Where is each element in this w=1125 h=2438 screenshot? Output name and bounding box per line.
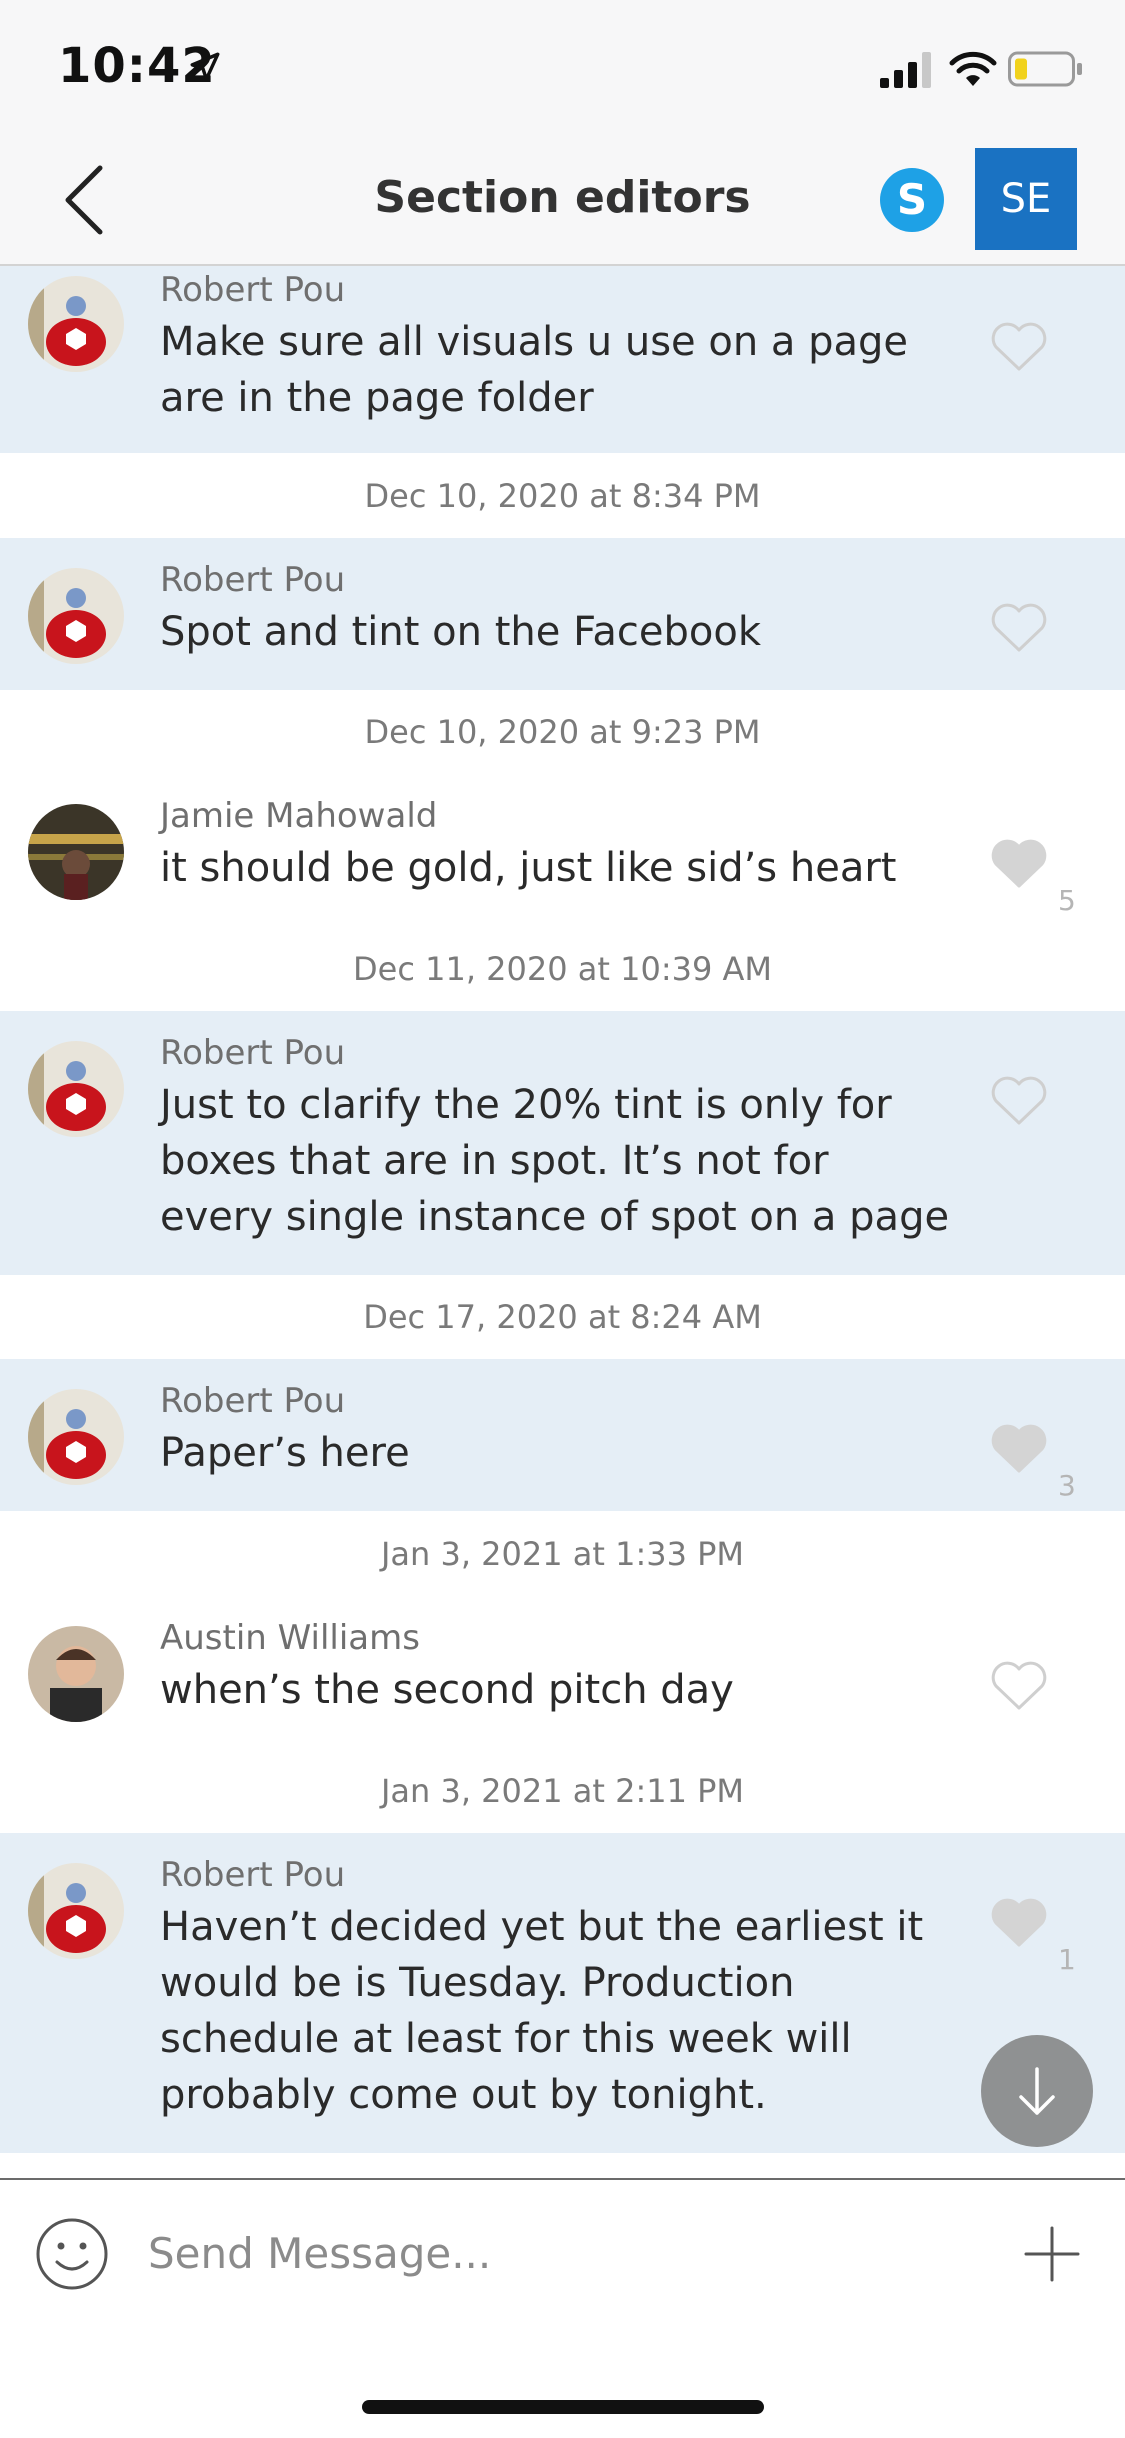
message-text: Spot and tint on the Facebook: [160, 609, 762, 655]
message-item[interactable]: Austin Williams when’s the second pitch …: [0, 1596, 1125, 1736]
like-count: 1: [1058, 1943, 1076, 1976]
message-item[interactable]: Jamie Mahowald it should be gold, just l…: [0, 774, 1125, 917]
message-item[interactable]: Robert Pou Make sure all visuals u use o…: [0, 266, 1125, 453]
message-text: Paper’s here: [160, 1430, 410, 1476]
avatar[interactable]: [28, 276, 124, 372]
avatar[interactable]: [28, 1389, 124, 1485]
avatar[interactable]: [28, 1041, 124, 1137]
message-text: Make sure all visuals u use on a page ar…: [160, 319, 909, 421]
message-item[interactable]: Robert Pou Spot and tint on the Facebook: [0, 538, 1125, 690]
message-item[interactable]: Robert Pou Paper’s here 3: [0, 1359, 1125, 1511]
message-input[interactable]: [148, 2218, 988, 2288]
date-separator: Dec 11, 2020 at 10:39 AM: [353, 950, 772, 988]
message-text: when’s the second pitch day: [160, 1667, 734, 1713]
arrow-down-icon: [1019, 2067, 1055, 2115]
message-composer: [0, 2178, 1125, 2438]
signal-icon: [880, 52, 931, 88]
message-text: it should be gold, just like sid’s heart: [160, 845, 897, 891]
battery-icon: [1008, 51, 1082, 87]
heart-icon[interactable]: [990, 1423, 1048, 1475]
sender-name: Robert Pou: [160, 560, 346, 600]
message-item[interactable]: Robert Pou Just to clarify the 20% tint …: [0, 1011, 1125, 1275]
avatar[interactable]: [28, 1863, 124, 1959]
page-title: Section editors: [374, 172, 751, 223]
avatar[interactable]: [28, 568, 124, 664]
heart-icon[interactable]: [990, 838, 1048, 890]
group-initials-button[interactable]: SE: [975, 148, 1077, 250]
like-count: 5: [1058, 884, 1076, 917]
sender-name: Robert Pou: [160, 1381, 346, 1421]
heart-icon[interactable]: [990, 1897, 1048, 1949]
avatar[interactable]: [28, 1626, 124, 1722]
sender-name: Jamie Mahowald: [160, 796, 438, 836]
date-separator: Dec 10, 2020 at 9:23 PM: [364, 713, 761, 751]
scroll-to-bottom-button[interactable]: [981, 2035, 1093, 2147]
date-separator: Jan 3, 2021 at 2:11 PM: [380, 1772, 745, 1810]
message-text: Haven’t decided yet but the earliest it …: [160, 1904, 924, 2118]
heart-icon[interactable]: [990, 602, 1048, 654]
sender-name: Austin Williams: [160, 1618, 420, 1658]
sender-name: Robert Pou: [160, 1855, 346, 1895]
skype-icon[interactable]: S: [880, 168, 944, 232]
home-indicator: [362, 2400, 764, 2414]
heart-icon[interactable]: [990, 1075, 1048, 1127]
emoji-icon[interactable]: [34, 2216, 110, 2292]
message-item[interactable]: Robert Pou Haven’t decided yet but the e…: [0, 1833, 1125, 2153]
date-separator: Jan 3, 2021 at 1:33 PM: [380, 1535, 745, 1573]
avatar[interactable]: [28, 804, 124, 900]
date-separator: Dec 17, 2020 at 8:24 AM: [363, 1298, 762, 1336]
status-bar: 10:42: [0, 0, 1125, 132]
plus-icon[interactable]: [1024, 2226, 1080, 2282]
like-count: 3: [1058, 1469, 1076, 1502]
nav-header: Section editors S SE: [0, 132, 1125, 266]
location-arrow-icon: [190, 52, 220, 81]
message-text: Just to clarify the 20% tint is only for…: [160, 1082, 950, 1240]
heart-icon[interactable]: [990, 321, 1048, 373]
sender-name: Robert Pou: [160, 1033, 346, 1073]
wifi-icon: [949, 51, 997, 86]
sender-name: Robert Pou: [160, 270, 346, 310]
heart-icon[interactable]: [990, 1660, 1048, 1712]
date-separator: Dec 10, 2020 at 8:34 PM: [364, 477, 761, 515]
